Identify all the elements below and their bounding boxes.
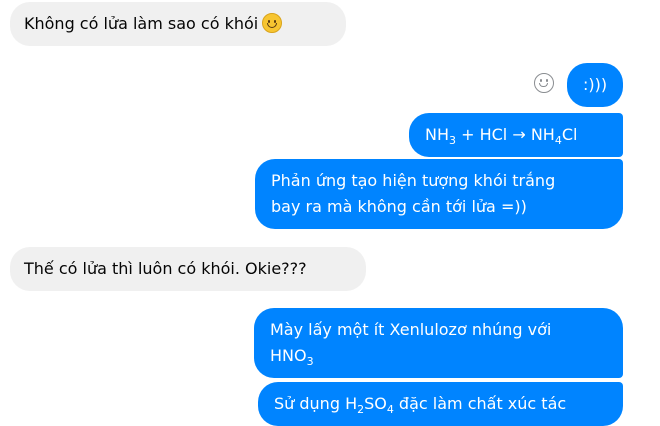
message-line: HNO3 xyxy=(270,346,314,368)
smiley-reaction-icon[interactable] xyxy=(534,73,554,93)
incoming-message[interactable]: Thế có lửa thì luôn có khói. Okie??? xyxy=(10,247,366,291)
outgoing-message[interactable]: Sử dụng H2SO4 đặc làm chất xúc tác xyxy=(258,382,623,426)
outgoing-message[interactable]: NH3 + HCl → NH4Cl xyxy=(409,113,623,157)
outgoing-message[interactable]: Mày lấy một ít Xenlulozơ nhúng với HNO3 xyxy=(254,308,623,378)
message-text: Không có lửa làm sao có khói xyxy=(24,14,259,33)
equation-text: NH3 + HCl → NH4Cl xyxy=(425,125,578,147)
message-text: Thế có lửa thì luôn có khói. Okie??? xyxy=(24,259,307,278)
slightly-smiling-face-icon xyxy=(262,13,283,33)
outgoing-message[interactable]: :))) xyxy=(567,63,623,107)
message-text: :))) xyxy=(582,75,608,94)
message-line: bay ra mà không cần tới lửa =)) xyxy=(271,197,527,216)
message-line: Mày lấy một ít Xenlulozơ nhúng với xyxy=(270,320,552,339)
message-line: Phản ứng tạo hiện tượng khói trắng xyxy=(271,171,556,190)
outgoing-message[interactable]: Phản ứng tạo hiện tượng khói trắng bay r… xyxy=(255,159,623,229)
message-text: Sử dụng H2SO4 đặc làm chất xúc tác xyxy=(274,394,567,416)
incoming-message[interactable]: Không có lửa làm sao có khói xyxy=(10,2,346,46)
